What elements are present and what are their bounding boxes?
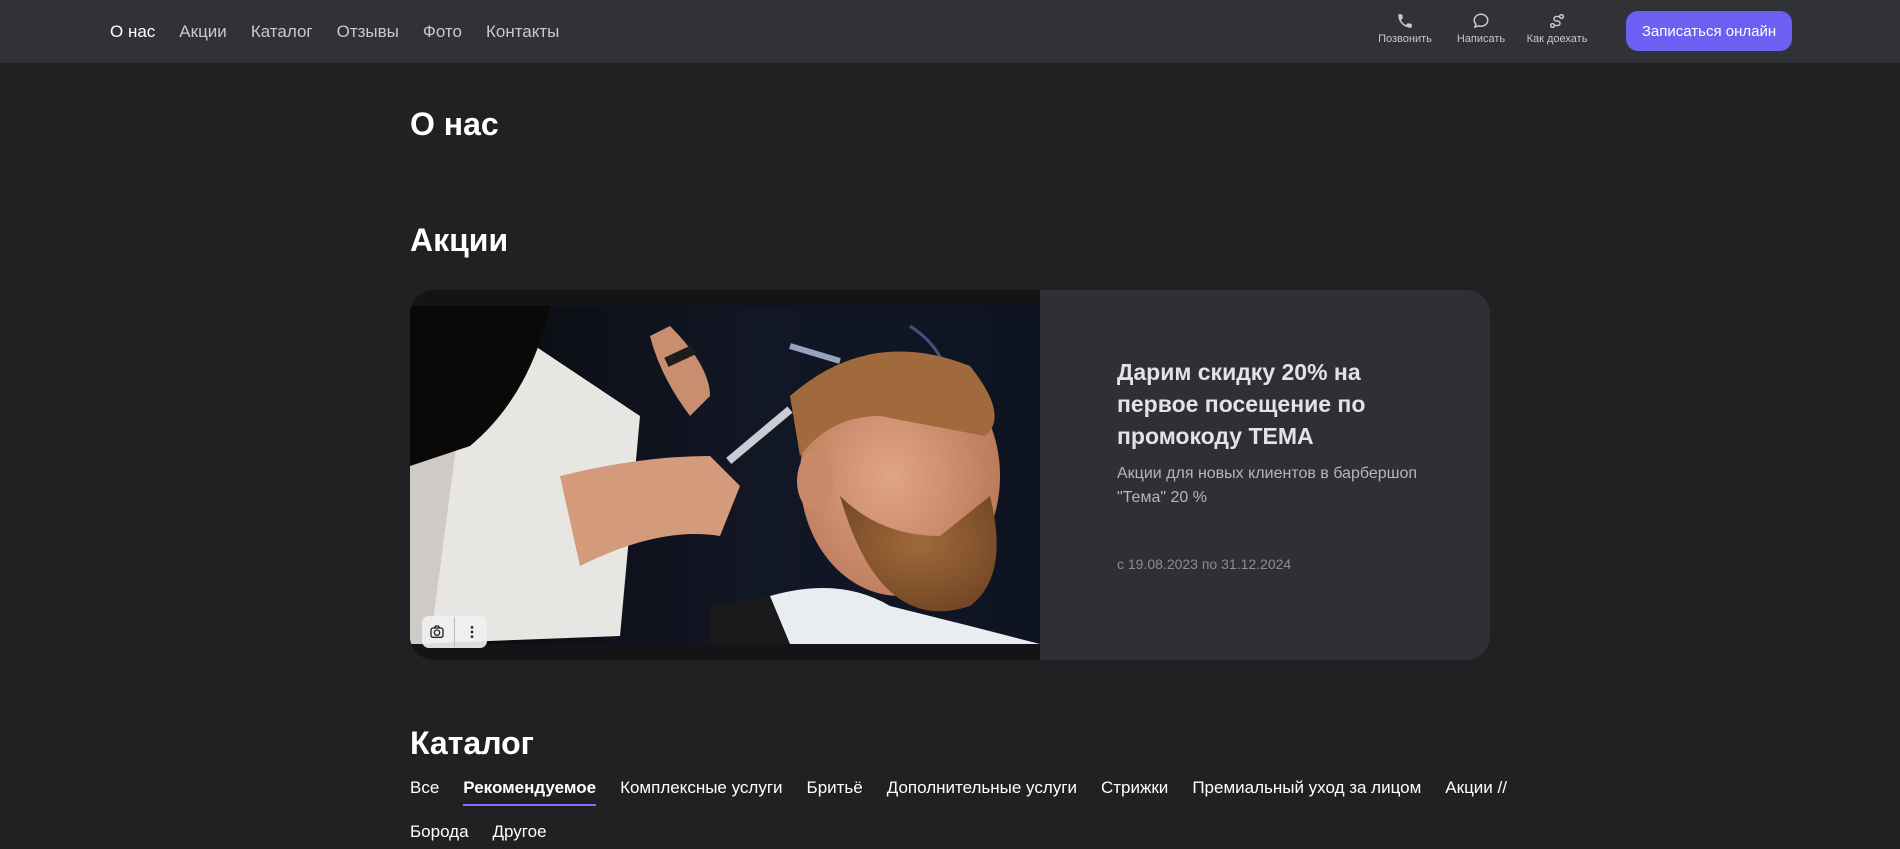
catalog-tabs: Все Рекомендуемое Комплексные услуги Бри…: [410, 778, 1507, 849]
tab-complex-services[interactable]: Комплексные услуги: [620, 778, 782, 822]
main-nav: О нас Акции Каталог Отзывы Фото Контакты: [110, 0, 559, 63]
tab-haircuts[interactable]: Стрижки: [1101, 778, 1168, 822]
route-action[interactable]: Как доехать: [1526, 12, 1588, 45]
tab-additional-services[interactable]: Дополнительные услуги: [887, 778, 1077, 822]
camera-lens-icon[interactable]: [423, 618, 451, 646]
nav-item-photos[interactable]: Фото: [423, 22, 462, 42]
nav-item-contacts[interactable]: Контакты: [486, 22, 559, 42]
call-action[interactable]: Позвонить: [1376, 12, 1434, 45]
message-label: Написать: [1456, 33, 1506, 45]
nav-item-promos[interactable]: Акции: [179, 22, 227, 42]
promo-text: Дарим скидку 20% на первое посещение по …: [1117, 356, 1417, 572]
tab-beard[interactable]: Борода: [410, 822, 469, 849]
call-label: Позвонить: [1378, 33, 1432, 45]
header-actions: Позвонить Написать Как доехать: [1376, 12, 1588, 45]
tab-other[interactable]: Другое: [493, 822, 547, 849]
top-header: О нас Акции Каталог Отзывы Фото Контакты…: [0, 0, 1900, 63]
tab-promos[interactable]: Акции //: [1445, 778, 1507, 822]
promo-title: Дарим скидку 20% на первое посещение по …: [1117, 359, 1366, 449]
tab-recommended[interactable]: Рекомендуемое: [463, 778, 596, 822]
image-controls: [422, 616, 487, 648]
tab-all[interactable]: Все: [410, 778, 439, 822]
promo-image: [410, 290, 1040, 660]
phone-icon: [1398, 14, 1412, 28]
about-title: О нас: [410, 106, 499, 142]
barber-photo: [410, 306, 1040, 644]
route-icon: [1549, 13, 1565, 29]
message-action[interactable]: Написать: [1452, 12, 1510, 45]
nav-item-reviews[interactable]: Отзывы: [337, 22, 399, 42]
nav-item-catalog[interactable]: Каталог: [251, 22, 313, 42]
controls-divider: [453, 617, 455, 647]
chat-icon: [1473, 13, 1489, 29]
route-label: Как доехать: [1526, 33, 1588, 45]
more-vertical-icon[interactable]: [458, 618, 486, 646]
nav-item-about[interactable]: О нас: [110, 22, 155, 42]
promos-title: Акции: [410, 222, 509, 258]
promo-card[interactable]: Дарим скидку 20% на первое посещение по …: [410, 290, 1490, 660]
tab-premium-face-care[interactable]: Премиальный уход за лицом: [1192, 778, 1421, 822]
promo-dates: с 19.08.2023 по 31.12.2024: [1117, 556, 1292, 572]
catalog-title: Каталог: [410, 725, 534, 761]
book-online-button[interactable]: Записаться онлайн: [1626, 11, 1792, 51]
tab-shaving[interactable]: Бритьё: [807, 778, 863, 822]
promo-subtitle: Акции для новых клиентов в барбершоп "Те…: [1117, 465, 1418, 506]
